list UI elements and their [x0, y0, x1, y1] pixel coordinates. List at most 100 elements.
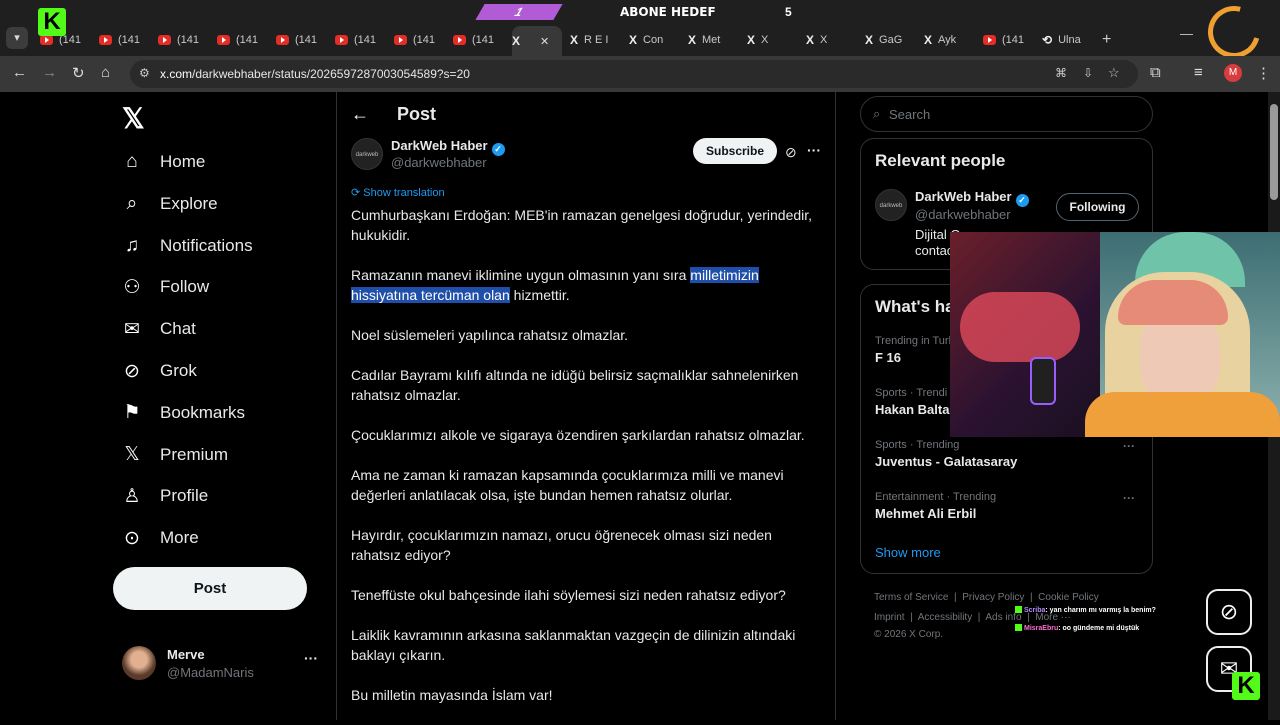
- profile-avatar[interactable]: M: [1224, 64, 1242, 82]
- back-icon[interactable]: ←: [12, 64, 27, 81]
- more-options-icon[interactable]: ···: [807, 142, 821, 158]
- browser-tab[interactable]: X Ayk: [924, 26, 974, 54]
- post-paragraph: Noel süslemeleri yapılınca rahatsız olma…: [351, 327, 629, 343]
- youtube-icon: [983, 35, 996, 45]
- bookmark-star-icon[interactable]: ☆: [1108, 65, 1120, 81]
- nav-item-profile[interactable]: ♙ Profile: [120, 476, 208, 516]
- x-logo-icon: X: [747, 33, 756, 47]
- browser-tab[interactable]: (141: [983, 26, 1033, 54]
- following-button[interactable]: Following: [1056, 193, 1139, 221]
- youtube-icon: [394, 35, 407, 45]
- compose-post-button[interactable]: Post: [113, 567, 307, 610]
- browser-tab[interactable]: XR E I: [570, 26, 620, 54]
- author-handle[interactable]: @darkwebhaber: [391, 155, 487, 170]
- nav-item-label: Grok: [160, 361, 197, 380]
- browser-tab[interactable]: (141: [217, 26, 267, 54]
- browser-tab[interactable]: (141: [99, 26, 149, 54]
- more-dots-icon[interactable]: ···: [304, 650, 318, 666]
- youtube-icon: [99, 35, 112, 45]
- chat-message: Scriba: yan charım mı varmış la benim?: [1015, 606, 1156, 614]
- browser-tab[interactable]: X Con: [629, 26, 679, 54]
- nav-item-follow[interactable]: ⚇ Follow: [120, 267, 209, 307]
- browser-tab[interactable]: (141: [394, 26, 444, 54]
- globe-icon: ⟲: [1042, 33, 1053, 47]
- browser-tab[interactable]: (141: [158, 26, 208, 54]
- nav-item-premium[interactable]: 𝕏 Premium: [120, 435, 228, 475]
- nav-item-notifications[interactable]: ♫ Notifications: [120, 226, 253, 266]
- new-tab-button[interactable]: +: [1102, 26, 1111, 54]
- back-arrow-icon[interactable]: ←: [351, 104, 369, 125]
- tab-label: Con: [643, 34, 664, 46]
- nav-item-home[interactable]: ⌂ Home: [120, 142, 205, 182]
- close-tab-icon[interactable]: ✕: [540, 35, 549, 48]
- avatar[interactable]: darkweb: [875, 189, 907, 221]
- grok-icon: ⊘: [124, 360, 140, 382]
- trend-item[interactable]: Entertainment · Trending Mehmet Ali Erbil…: [875, 491, 1141, 521]
- translate-icon[interactable]: ⌘: [1055, 66, 1067, 80]
- grok-icon[interactable]: ⊘: [785, 144, 797, 161]
- accessibility-link[interactable]: Accessibility: [918, 612, 972, 623]
- copyright: © 2026 X Corp.: [874, 629, 944, 640]
- site-info-icon[interactable]: ⚙: [139, 66, 150, 80]
- extensions-icon[interactable]: ⧉: [1150, 64, 1161, 81]
- nav-item-grok[interactable]: ⊘ Grok: [120, 351, 197, 391]
- kick-logo-icon: K: [1232, 672, 1260, 700]
- trend-more-icon[interactable]: ···: [1123, 439, 1135, 453]
- author-name[interactable]: DarkWeb Haber ✓: [391, 138, 505, 156]
- imprint-link[interactable]: Imprint: [874, 612, 905, 623]
- trend-item[interactable]: Sports · Trending Juventus - Galatasaray ·…: [875, 439, 1141, 469]
- tab-label: (141: [354, 34, 377, 46]
- trend-more-icon[interactable]: ···: [1123, 491, 1135, 505]
- forward-icon[interactable]: →: [42, 64, 57, 81]
- browser-tab[interactable]: (141: [276, 26, 326, 54]
- person-handle[interactable]: @darkwebhaber: [915, 207, 1011, 222]
- install-app-icon[interactable]: ⇩: [1083, 66, 1093, 80]
- author-avatar[interactable]: darkweb: [351, 138, 383, 170]
- show-more-link[interactable]: Show more: [875, 545, 941, 560]
- terms-link[interactable]: Terms of Service: [874, 592, 948, 603]
- post-text-span: hizmettir.: [509, 287, 570, 303]
- person-name[interactable]: DarkWeb Haber ✓: [915, 189, 1029, 207]
- reload-icon[interactable]: ↻: [72, 64, 85, 82]
- home-icon[interactable]: ⌂: [101, 64, 110, 81]
- nav-item-bookmarks[interactable]: ⚑ Bookmarks: [120, 393, 245, 433]
- nav-item-label: Premium: [160, 444, 229, 464]
- account-handle: @MadamNaris: [167, 665, 254, 680]
- account-switcher[interactable]: Merve @MadamNaris ···: [122, 644, 328, 684]
- cam-person-cap: [1118, 280, 1228, 325]
- cookie-link[interactable]: Cookie Policy: [1038, 592, 1099, 603]
- nav-item-explore[interactable]: ⌕ Explore: [120, 184, 218, 224]
- browser-tab[interactable]: XX: [806, 26, 856, 54]
- nav-item-more[interactable]: ⊙ More: [120, 518, 199, 558]
- browser-toolbar: ← → ↻ ⌂ ⚙ x.com/darkwebhaber/status/2026…: [0, 56, 1280, 92]
- nav-item-label: Chat: [160, 319, 196, 339]
- x-logo-icon: X: [570, 33, 579, 47]
- subscribe-button[interactable]: Subscribe: [693, 138, 777, 164]
- bell-icon: ♫: [124, 234, 140, 256]
- tab-label: (141: [236, 34, 259, 46]
- media-control-icon[interactable]: ≡: [1194, 64, 1203, 81]
- browser-tab[interactable]: XX: [747, 26, 797, 54]
- post-paragraph: Cadılar Bayramı kılıfı altında ne idüğü …: [351, 367, 799, 403]
- minimize-button[interactable]: —: [1180, 26, 1193, 41]
- menu-icon[interactable]: ⋮: [1256, 64, 1271, 82]
- browser-tab[interactable]: X ✕: [512, 26, 562, 56]
- show-translation-link[interactable]: ⟳ Show translation: [351, 186, 445, 199]
- browser-tab[interactable]: X GaG: [865, 26, 915, 54]
- scrollbar-thumb[interactable]: [1270, 104, 1278, 200]
- tab-label: (141: [1002, 34, 1025, 46]
- browser-tab[interactable]: ⟲ Ulna: [1042, 26, 1092, 54]
- privacy-link[interactable]: Privacy Policy: [962, 592, 1024, 603]
- grok-fab-button[interactable]: ⊘: [1206, 589, 1252, 635]
- browser-tab[interactable]: (141: [335, 26, 385, 54]
- tab-label: (141: [118, 34, 141, 46]
- tab-search-dropdown[interactable]: ▾: [6, 27, 28, 49]
- x-logo-icon[interactable]: 𝕏: [122, 102, 145, 135]
- webcam-overlay: [950, 232, 1280, 437]
- tab-label: Ayk: [938, 34, 957, 46]
- search-input[interactable]: ⌕ Search: [860, 96, 1153, 132]
- nav-item-chat[interactable]: ✉ Chat: [120, 309, 196, 349]
- address-bar[interactable]: ⚙ x.com/darkwebhaber/status/202659728700…: [130, 60, 1138, 88]
- browser-tab[interactable]: X Met: [688, 26, 738, 54]
- browser-tab[interactable]: (141: [453, 26, 503, 54]
